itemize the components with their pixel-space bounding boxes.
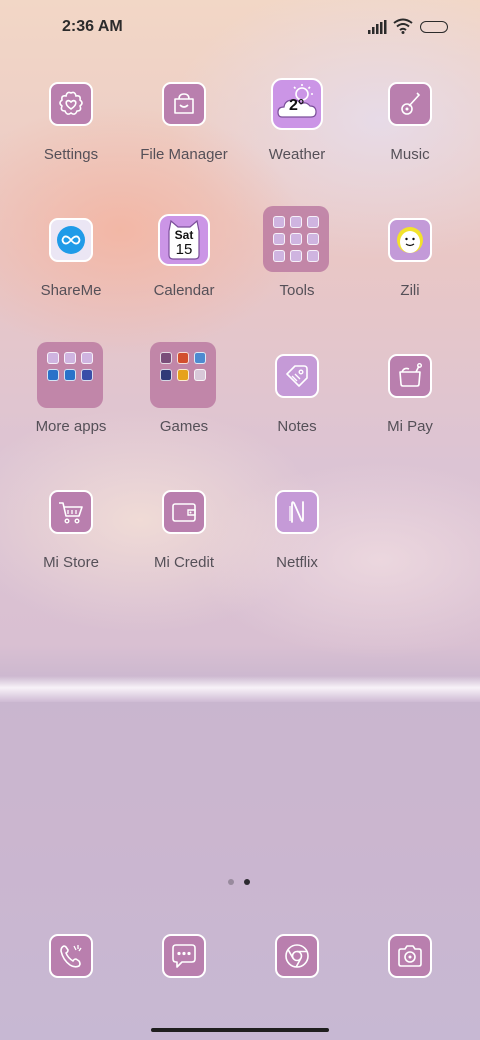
file-manager-icon <box>162 82 206 126</box>
home-gesture-bar[interactable] <box>151 1028 329 1032</box>
signal-icon <box>368 20 387 34</box>
wifi-icon <box>393 18 413 34</box>
app-mi-store[interactable]: Mi Store <box>15 490 127 590</box>
weather-icon: 2° <box>271 78 323 130</box>
app-weather[interactable]: 2° Weather <box>241 78 353 182</box>
phone-icon <box>49 934 93 978</box>
dock-camera[interactable] <box>354 934 466 1034</box>
app-label: More apps <box>35 418 107 435</box>
app-label: Mi Store <box>43 554 99 571</box>
app-mi-credit[interactable]: Mi Credit <box>128 490 240 590</box>
mi-pay-icon <box>388 354 432 398</box>
wallpaper-horizon <box>0 676 480 702</box>
app-notes[interactable]: Notes <box>241 354 353 454</box>
calendar-icon: Sat 15 <box>158 214 210 266</box>
app-shareme[interactable]: ShareMe <box>15 218 127 318</box>
settings-icon <box>49 82 93 126</box>
zili-icon <box>388 218 432 262</box>
app-label: ShareMe <box>40 282 102 299</box>
netflix-icon <box>275 490 319 534</box>
app-calendar[interactable]: Sat 15 Calendar <box>128 214 240 318</box>
status-bar: 2:36 AM <box>0 0 480 56</box>
app-label: Games <box>159 418 209 435</box>
page-dot-active[interactable] <box>244 879 250 885</box>
tools-folder-icon <box>263 206 329 272</box>
folder-games[interactable]: Games <box>128 342 240 454</box>
battery-icon <box>420 21 448 33</box>
folder-tools[interactable]: Tools <box>241 206 353 318</box>
app-label: Zili <box>400 282 420 299</box>
calendar-date: 15 <box>175 241 193 258</box>
dock-browser[interactable] <box>241 934 353 1034</box>
clock: 2:36 AM <box>62 18 123 35</box>
app-label: Settings <box>43 146 99 163</box>
app-label: Mi Credit <box>153 554 214 571</box>
shareme-icon <box>49 218 93 262</box>
page-indicator <box>228 879 252 887</box>
app-label: Netflix <box>276 554 318 571</box>
app-music[interactable]: Music <box>354 82 466 182</box>
dock-phone[interactable] <box>15 934 127 1034</box>
music-icon <box>388 82 432 126</box>
app-label: File Manager <box>140 146 228 163</box>
app-mi-pay[interactable]: Mi Pay <box>354 354 466 454</box>
weather-temp: 2° <box>289 97 305 114</box>
calendar-day: Sat <box>174 228 194 242</box>
browser-icon <box>275 934 319 978</box>
app-label: Music <box>390 146 430 163</box>
messages-icon <box>162 934 206 978</box>
folder-more-apps[interactable]: More apps <box>15 342 127 454</box>
app-label: Tools <box>279 282 315 299</box>
app-zili[interactable]: Zili <box>354 218 466 318</box>
games-folder-icon <box>150 342 216 408</box>
app-file-manager[interactable]: File Manager <box>128 82 240 182</box>
app-label: Mi Pay <box>387 418 433 435</box>
app-settings[interactable]: Settings <box>15 82 127 182</box>
camera-icon <box>388 934 432 978</box>
app-label: Notes <box>277 418 317 435</box>
app-label: Calendar <box>153 282 215 299</box>
notes-icon <box>275 354 319 398</box>
wallet-icon <box>162 490 206 534</box>
app-label: Weather <box>268 146 326 163</box>
cart-icon <box>49 490 93 534</box>
page-dot[interactable] <box>228 879 234 885</box>
app-netflix[interactable]: Netflix <box>241 490 353 590</box>
dock-messages[interactable] <box>128 934 240 1034</box>
more-apps-folder-icon <box>37 342 103 408</box>
